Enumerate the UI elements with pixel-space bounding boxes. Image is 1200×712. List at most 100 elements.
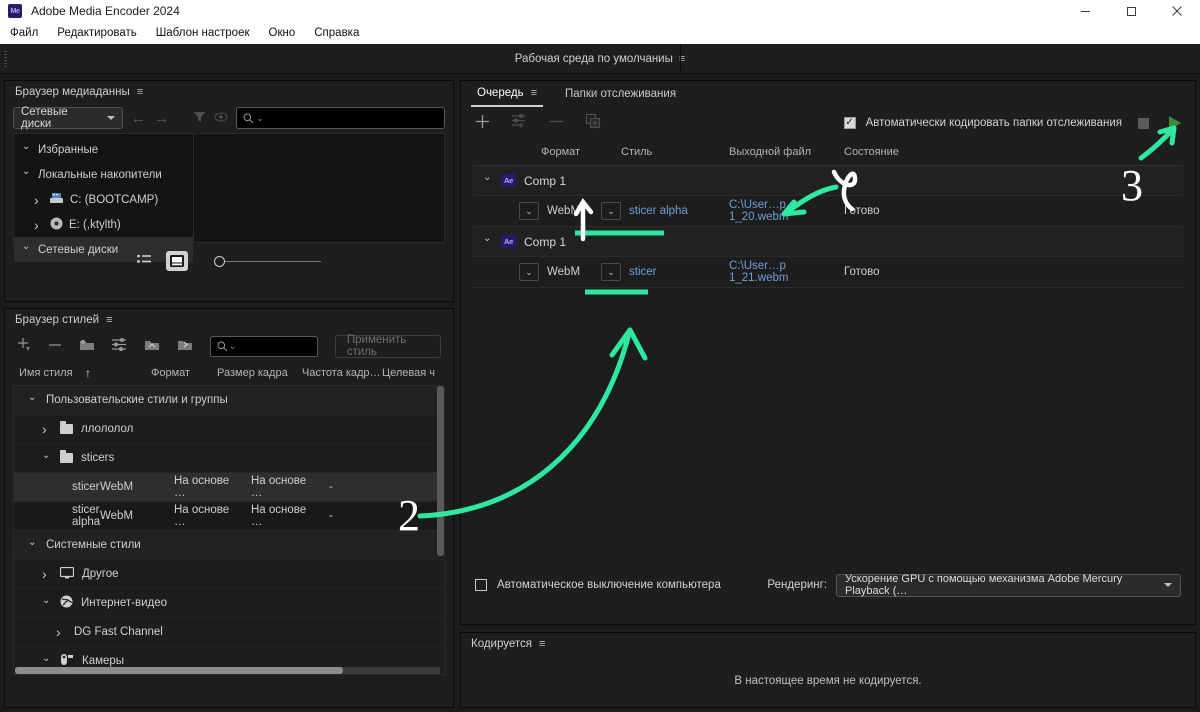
preset-folder-label: Интернет-видео (81, 597, 168, 609)
chevron-down-icon[interactable] (483, 236, 493, 247)
export-preset-icon[interactable] (177, 338, 193, 354)
add-source-icon[interactable] (475, 114, 490, 133)
tree-item-favorites[interactable]: Избранные (14, 137, 193, 162)
drag-handle-icon[interactable] (4, 51, 7, 67)
stop-icon[interactable] (1138, 117, 1149, 129)
remove-icon[interactable] (549, 114, 564, 133)
tree-item-local-drives[interactable]: Локальные накопители (14, 162, 193, 187)
sort-arrow-icon[interactable]: ↑ (85, 366, 151, 380)
column-target[interactable]: Целевая ч (382, 367, 435, 379)
preset-group-system[interactable]: Системные стили (14, 531, 444, 560)
menu-window[interactable]: Окно (269, 27, 296, 39)
preset-search-input[interactable]: ⌄ (210, 335, 318, 357)
import-preset-icon[interactable] (144, 338, 160, 354)
queue-column-headers: Формат Стиль Выходной файл Состояние (461, 139, 1195, 165)
list-view-icon[interactable] (137, 254, 152, 269)
column-preset-name[interactable]: Имя стиля (19, 367, 85, 379)
column-format[interactable]: Формат (541, 146, 621, 158)
workspace-label[interactable]: Рабочая среда по умолчаниы (515, 53, 673, 65)
table-row[interactable]: ⌄ WebM ⌄ sticer alpha C:\User…p 1_20.web… (473, 196, 1183, 227)
preset-dropdown[interactable]: ⌄ (601, 263, 621, 281)
filter-icon[interactable] (193, 111, 206, 126)
preset-list-horizontal-scrollbar[interactable] (15, 667, 343, 674)
minimize-button[interactable] (1062, 0, 1108, 22)
encoding-menu-icon[interactable]: ≡ (539, 638, 545, 650)
queue-preset[interactable]: sticer alpha (621, 205, 729, 217)
chevron-right-icon (56, 624, 66, 640)
menu-edit[interactable]: Редактировать (57, 27, 136, 39)
column-status[interactable]: Состояние (844, 146, 899, 158)
renderer-dropdown[interactable]: Ускорение GPU с помощью механизма Adobe … (836, 573, 1181, 597)
tab-queue[interactable]: Очередь ≡ (471, 81, 543, 107)
delete-preset-icon[interactable] (48, 338, 62, 355)
queue-output-file[interactable]: C:\User…p 1_20.webm (729, 199, 844, 223)
column-output-file[interactable]: Выходной файл (729, 146, 844, 158)
close-button[interactable] (1154, 0, 1200, 22)
slider-track[interactable] (225, 260, 321, 262)
table-row[interactable]: ⌄ WebM ⌄ sticer C:\User…p 1_21.webm Гото… (473, 257, 1183, 288)
media-source-dropdown[interactable]: Сетевые диски (13, 106, 123, 130)
preset-row-sticer[interactable]: sticer WebM На основе … На основе … - (14, 473, 444, 502)
tree-item-drive-e[interactable]: E: (,ktylth) (14, 212, 193, 237)
chevron-right-icon (34, 192, 44, 208)
monitor-icon (59, 566, 75, 582)
preset-folder-other[interactable]: Другое (14, 560, 444, 589)
add-preset-icon[interactable] (512, 114, 527, 132)
back-arrow-icon[interactable]: ← (131, 111, 146, 126)
column-frame-rate[interactable]: Частота кадр… (302, 367, 382, 379)
preset-settings-icon[interactable] (112, 338, 127, 354)
queue-toolbar-right: Автоматически кодировать папки отслежива… (843, 116, 1181, 130)
tree-item-label: Избранные (38, 143, 99, 156)
menu-file[interactable]: Файл (10, 27, 38, 39)
forward-arrow-icon[interactable]: → (154, 111, 169, 126)
preset-folder-llolol[interactable]: ллололол (14, 415, 444, 444)
auto-shutdown-checkbox[interactable] (475, 579, 487, 591)
menu-preset[interactable]: Шаблон настроек (156, 27, 250, 39)
tree-item-label: Сетевые диски (38, 243, 119, 256)
preset-folder-sticers[interactable]: sticers (14, 444, 444, 473)
preset-folder-dg-fast-channel[interactable]: DG Fast Channel (14, 618, 444, 647)
duplicate-icon[interactable] (585, 113, 601, 133)
queue-preset[interactable]: sticer (621, 266, 729, 278)
preset-folder-web-video[interactable]: Интернет-видео (14, 589, 444, 618)
chevron-down-icon (107, 116, 115, 120)
renderer-label: Рендеринг: (767, 579, 827, 591)
new-preset-icon[interactable] (17, 337, 31, 355)
queue-group-row[interactable]: Ae Comp 1 (473, 166, 1183, 196)
thumbnail-size-slider[interactable] (214, 255, 321, 267)
preset-row-sticer-alpha[interactable]: sticer alpha WebM На основе … На основе … (14, 502, 444, 531)
start-queue-icon[interactable] (1169, 116, 1181, 130)
preset-dropdown[interactable]: ⌄ (601, 202, 621, 220)
column-frame-size[interactable]: Размер кадра (217, 367, 302, 379)
format-dropdown[interactable]: ⌄ (519, 202, 539, 220)
maximize-button[interactable] (1108, 0, 1154, 22)
preset-group-label: Пользовательские стили и группы (46, 394, 228, 406)
tree-item-drive-c[interactable]: C: (BOOTCAMP) (14, 187, 193, 212)
preset-group-user[interactable]: Пользовательские стили и группы (14, 386, 444, 415)
format-dropdown[interactable]: ⌄ (519, 263, 539, 281)
annotation-number-2: 2 (398, 491, 420, 540)
queue-output-file[interactable]: C:\User…p 1_21.webm (729, 260, 844, 284)
chevron-down-icon[interactable] (483, 175, 493, 186)
queue-footer: Автоматическое выключение компьютера Рен… (461, 568, 1195, 602)
auto-encode-checkbox[interactable] (843, 117, 856, 129)
new-folder-icon[interactable] (79, 338, 95, 354)
eye-icon[interactable] (214, 111, 228, 126)
after-effects-badge-icon: Ae (501, 174, 516, 187)
tab-watch-folders[interactable]: Папки отслеживания (559, 81, 682, 107)
thumbnail-view-icon[interactable] (166, 251, 188, 271)
slider-knob[interactable] (214, 255, 225, 267)
media-search-input[interactable]: ⌄ (236, 107, 445, 129)
preset-browser-menu-icon[interactable]: ≡ (106, 314, 112, 326)
queue-group-row[interactable]: Ae Comp 1 (473, 227, 1183, 257)
preset-list-vertical-scrollbar[interactable] (437, 386, 444, 556)
media-browser-menu-icon[interactable]: ≡ (137, 86, 143, 98)
chevron-down-icon (42, 453, 52, 464)
column-preset[interactable]: Стиль (621, 146, 729, 158)
folder-icon (60, 421, 73, 434)
queue-menu-icon[interactable]: ≡ (531, 87, 537, 99)
search-icon (217, 341, 228, 351)
menu-help[interactable]: Справка (314, 27, 359, 39)
column-format[interactable]: Формат (151, 367, 217, 379)
apply-preset-button[interactable]: Применить стиль (334, 334, 441, 358)
